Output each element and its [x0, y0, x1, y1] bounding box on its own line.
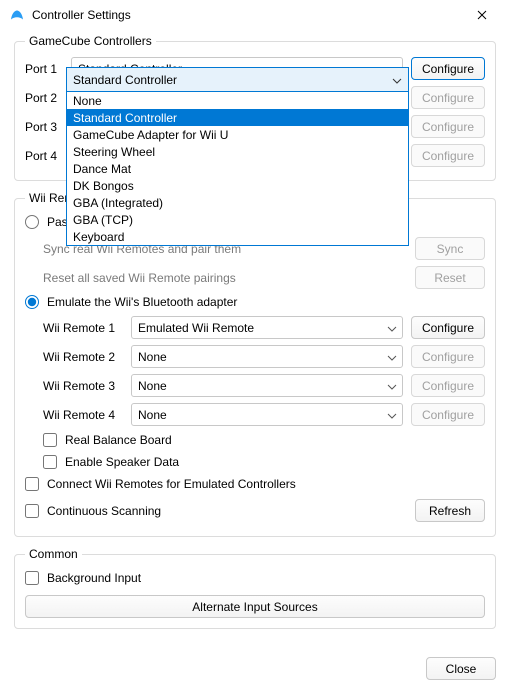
port1-configure-button[interactable]: Configure	[411, 57, 485, 80]
window-title: Controller Settings	[32, 8, 131, 22]
wiiremote1-label: Wii Remote 1	[43, 321, 123, 335]
window: Controller Settings GameCube Controllers…	[0, 0, 510, 690]
wiiremote3-configure-button[interactable]: Configure	[411, 374, 485, 397]
real-balance-checkbox[interactable]	[43, 433, 57, 447]
dropdown-option[interactable]: DK Bongos	[67, 177, 408, 194]
chevron-down-icon	[392, 75, 402, 85]
dropdown-option[interactable]: Dance Mat	[67, 160, 408, 177]
wiiremote2-select[interactable]: None	[131, 345, 403, 368]
radio-emulate[interactable]	[25, 295, 39, 309]
wiiremote1-select[interactable]: Emulated Wii Remote	[131, 316, 403, 339]
wiiremote4-select[interactable]: None	[131, 403, 403, 426]
connect-emu-label: Connect Wii Remotes for Emulated Control…	[47, 477, 296, 491]
common-group: Common Background Input Alternate Input …	[14, 547, 496, 629]
port3-configure-button[interactable]: Configure	[411, 115, 485, 138]
port1-dropdown-selected-text: Standard Controller	[73, 73, 177, 87]
dropdown-option[interactable]: Standard Controller	[67, 109, 408, 126]
port1-label: Port 1	[25, 62, 63, 76]
speaker-label: Enable Speaker Data	[65, 455, 179, 469]
radio-emulate-label: Emulate the Wii's Bluetooth adapter	[47, 295, 237, 309]
background-input-label: Background Input	[47, 571, 141, 585]
wiiremote3-label: Wii Remote 3	[43, 379, 123, 393]
sync-button[interactable]: Sync	[415, 237, 485, 260]
wiiremote1-configure-button[interactable]: Configure	[411, 316, 485, 339]
dropdown-option[interactable]: GameCube Adapter for Wii U	[67, 126, 408, 143]
background-input-checkbox[interactable]	[25, 571, 39, 585]
wiiremote4-configure-button[interactable]: Configure	[411, 403, 485, 426]
radio-passthrough[interactable]	[25, 215, 39, 229]
port4-label: Port 4	[25, 149, 63, 163]
close-icon	[477, 10, 487, 20]
dropdown-option[interactable]: GBA (TCP)	[67, 211, 408, 228]
titlebar: Controller Settings	[0, 0, 510, 30]
wiiremote4-label: Wii Remote 4	[43, 408, 123, 422]
close-button[interactable]: Close	[426, 657, 496, 680]
refresh-button[interactable]: Refresh	[415, 499, 485, 522]
wiiremote2-configure-button[interactable]: Configure	[411, 345, 485, 368]
continuous-scan-label: Continuous Scanning	[47, 504, 161, 518]
port3-label: Port 3	[25, 120, 63, 134]
dropdown-option[interactable]: Steering Wheel	[67, 143, 408, 160]
app-icon	[8, 6, 26, 24]
port1-dropdown-selected[interactable]: Standard Controller	[67, 68, 408, 91]
port2-configure-button[interactable]: Configure	[411, 86, 485, 109]
port1-dropdown-list: None Standard Controller GameCube Adapte…	[67, 91, 408, 245]
wiiremote3-select[interactable]: None	[131, 374, 403, 397]
gamecube-legend: GameCube Controllers	[25, 34, 156, 48]
dropdown-option[interactable]: Keyboard	[67, 228, 408, 245]
dropdown-option[interactable]: GBA (Integrated)	[67, 194, 408, 211]
wiiremote2-label: Wii Remote 2	[43, 350, 123, 364]
port4-configure-button[interactable]: Configure	[411, 144, 485, 167]
alternate-sources-button[interactable]: Alternate Input Sources	[25, 595, 485, 618]
connect-emu-checkbox[interactable]	[25, 477, 39, 491]
continuous-scan-checkbox[interactable]	[25, 504, 39, 518]
window-close-button[interactable]	[460, 0, 504, 30]
common-legend: Common	[25, 547, 82, 561]
port2-label: Port 2	[25, 91, 63, 105]
reset-button[interactable]: Reset	[415, 266, 485, 289]
real-balance-label: Real Balance Board	[65, 433, 172, 447]
speaker-checkbox[interactable]	[43, 455, 57, 469]
port1-dropdown-open[interactable]: Standard Controller None Standard Contro…	[66, 67, 409, 246]
reset-text: Reset all saved Wii Remote pairings	[43, 271, 415, 285]
footer: Close	[426, 657, 496, 680]
dropdown-option[interactable]: None	[67, 92, 408, 109]
